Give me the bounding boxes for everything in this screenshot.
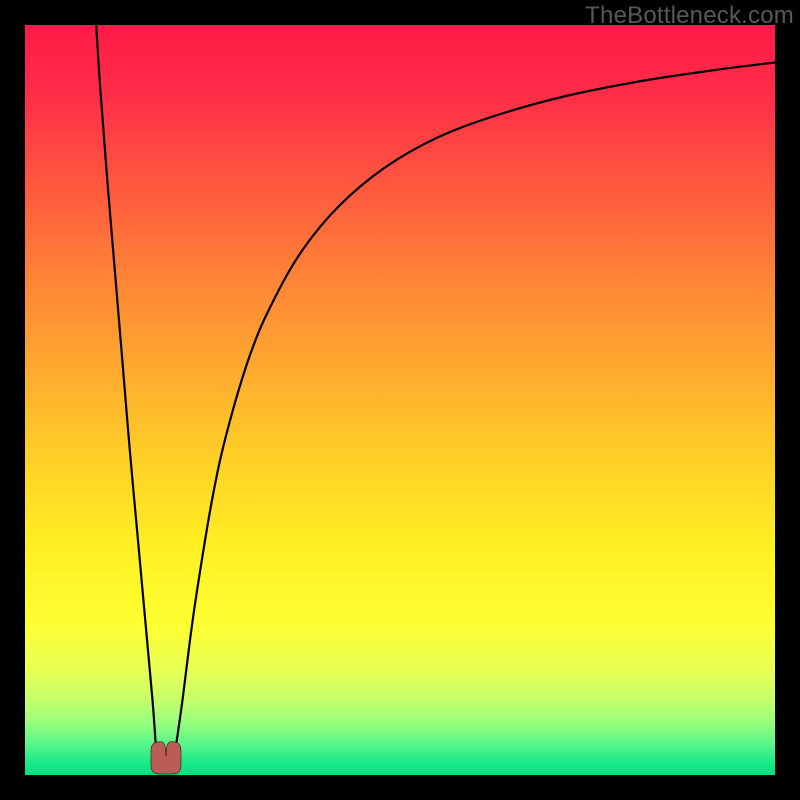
gradient-background xyxy=(25,25,775,775)
chart-frame: TheBottleneck.com xyxy=(0,0,800,800)
watermark-text: TheBottleneck.com xyxy=(585,2,794,30)
plot-area xyxy=(25,25,775,775)
chart-svg xyxy=(25,25,775,775)
